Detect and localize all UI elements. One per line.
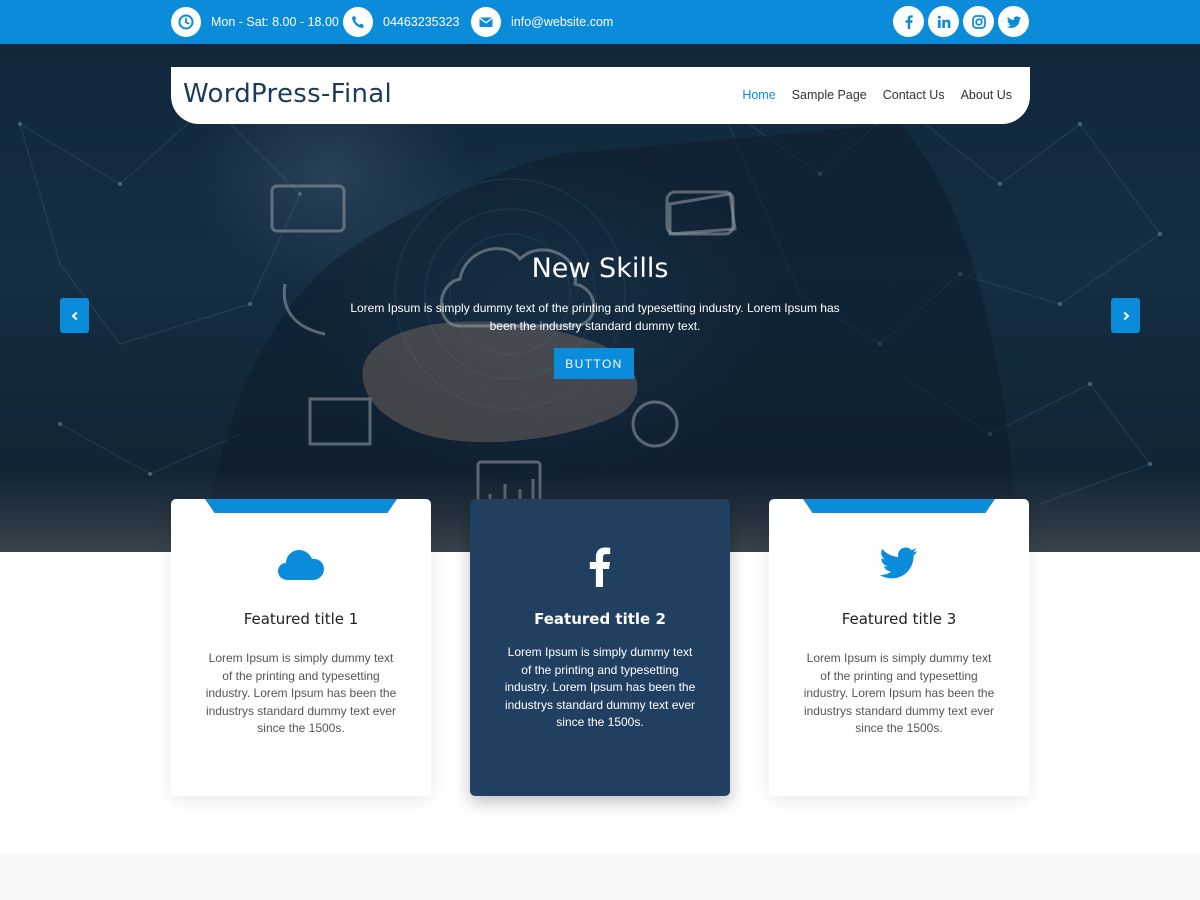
chevron-left-icon	[71, 311, 77, 320]
slider-prev-button[interactable]	[60, 298, 89, 333]
envelope-icon	[471, 7, 501, 37]
twitter-icon	[769, 547, 1029, 581]
email-info: info@website.com	[471, 6, 613, 38]
facebook-icon	[470, 547, 730, 587]
site-title[interactable]: WordPress-Final	[183, 79, 392, 109]
twitter-icon[interactable]	[998, 6, 1029, 37]
facebook-icon[interactable]	[893, 6, 924, 37]
nav-item-sample-page[interactable]: Sample Page	[792, 88, 867, 102]
phone-info: 04463235323	[343, 6, 459, 38]
phone-text[interactable]: 04463235323	[383, 15, 459, 29]
hours-text: Mon - Sat: 8.00 - 18.00	[211, 15, 339, 29]
instagram-icon[interactable]	[963, 6, 994, 37]
footer-band	[0, 854, 1200, 900]
linkedin-icon[interactable]	[928, 6, 959, 37]
feature-text: Lorem Ipsum is simply dummy text of the …	[803, 651, 995, 736]
chevron-right-icon	[1123, 311, 1129, 320]
nav-item-home[interactable]: Home	[742, 88, 775, 102]
top-bar: Mon - Sat: 8.00 - 18.00 04463235323 info…	[0, 0, 1200, 44]
feature-text: Lorem Ipsum is simply dummy text of the …	[205, 651, 397, 736]
feature-text: Lorem Ipsum is simply dummy text of the …	[504, 645, 696, 730]
feature-card-3: Featured title 3 Lorem Ipsum is simply d…	[769, 499, 1029, 796]
phone-icon	[343, 7, 373, 37]
main-nav: Home Sample Page Contact Us About Us	[742, 88, 1012, 102]
cloud-icon	[171, 547, 431, 583]
email-text[interactable]: info@website.com	[511, 15, 613, 29]
slider-next-button[interactable]	[1111, 298, 1140, 333]
card-accent-tab	[803, 499, 995, 513]
feature-title: Featured title 2	[534, 610, 666, 628]
hours-info: Mon - Sat: 8.00 - 18.00	[171, 6, 339, 38]
feature-title: Featured title 3	[841, 610, 957, 628]
feature-card-1: Featured title 1 Lorem Ipsum is simply d…	[171, 499, 431, 796]
hero-title: New Skills	[531, 253, 669, 284]
card-accent-tab	[205, 499, 397, 513]
hero-description: Lorem Ipsum is simply dummy text of the …	[350, 301, 840, 333]
feature-title: Featured title 1	[243, 610, 359, 628]
site-header: WordPress-Final Home Sample Page Contact…	[171, 67, 1030, 124]
nav-item-contact-us[interactable]: Contact Us	[883, 88, 945, 102]
feature-card-2: Featured title 2 Lorem Ipsum is simply d…	[470, 499, 730, 796]
nav-item-about-us[interactable]: About Us	[961, 88, 1012, 102]
hero-button[interactable]: BUTTON	[554, 348, 634, 379]
clock-icon	[171, 7, 201, 37]
